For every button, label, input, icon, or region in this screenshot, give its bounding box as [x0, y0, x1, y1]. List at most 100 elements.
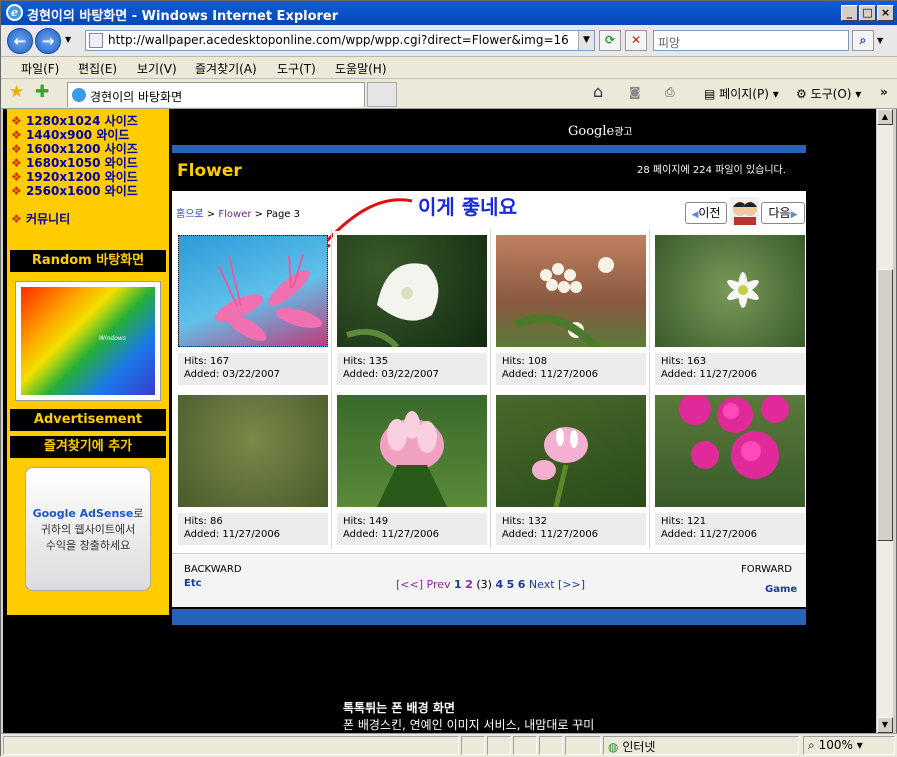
flower-thumbnail[interactable]: [655, 393, 805, 507]
toolbar-overflow-icon[interactable]: »: [880, 85, 888, 99]
window-title: 경현이의 바탕화면 - Windows Internet Explorer: [27, 9, 339, 24]
gallery-item[interactable]: Hits: 163 Added: 11/27/2006: [651, 231, 805, 387]
item-info: Hits: 86 Added: 11/27/2006: [178, 513, 328, 545]
scroll-up-icon[interactable]: ▲: [877, 109, 893, 125]
menu-tools[interactable]: 도구(T): [277, 60, 316, 77]
right-arrow-icon: ▶: [790, 210, 798, 220]
page-link-6[interactable]: 6: [518, 578, 526, 591]
add-favorite-icon[interactable]: ✚: [35, 82, 49, 102]
page-menu[interactable]: ▤ 페이지(P) ▾: [704, 85, 779, 102]
flower-thumbnail[interactable]: [178, 395, 328, 507]
add-favorites-header[interactable]: 즐겨찾기에 추가: [10, 436, 166, 458]
menu-favorites[interactable]: 즐겨찾기(A): [195, 60, 257, 77]
sidebar-link-2560x1600[interactable]: ❖ 2560x1600 와이드: [11, 182, 138, 199]
link-label: 커뮤니티: [25, 212, 71, 226]
page-first-link[interactable]: [<<]: [396, 578, 423, 591]
page-next-link[interactable]: Next: [529, 578, 555, 591]
stop-icon[interactable]: ✕: [625, 30, 647, 51]
status-cell: [461, 736, 485, 755]
menu-help[interactable]: 도움말(H): [335, 60, 387, 77]
forward-link[interactable]: Game: [765, 584, 797, 595]
page-icon: [89, 33, 103, 48]
crumb-home[interactable]: 홈으로: [176, 209, 204, 220]
flower-thumbnail[interactable]: [655, 235, 805, 347]
page-link-1[interactable]: 1: [454, 578, 462, 591]
backward-link[interactable]: Etc: [184, 578, 202, 589]
flower-thumbnail[interactable]: [496, 395, 646, 508]
item-info: Hits: 108 Added: 11/27/2006: [496, 353, 646, 385]
sidebar-link-community[interactable]: ❖ 커뮤니티: [11, 210, 70, 227]
home-icon[interactable]: ⌂: [593, 82, 603, 101]
menu-file[interactable]: 파일(F): [21, 60, 59, 77]
page-link-2[interactable]: 2: [465, 578, 473, 591]
page-link-4[interactable]: 4: [495, 578, 503, 591]
gallery-item[interactable]: Hits: 86 Added: 11/27/2006: [174, 391, 328, 547]
google-ad-label[interactable]: Google광고: [568, 123, 633, 139]
phone-wallpaper-promo[interactable]: 톡톡튀는 폰 배경 화면 폰 배경스킨, 연예인 이미지 서비스, 내맘대로 꾸…: [343, 699, 594, 733]
refresh-icon[interactable]: ⟳: [599, 30, 621, 51]
gallery-item[interactable]: Hits: 135 Added: 03/22/2007: [333, 231, 487, 387]
hits-text: Hits: 132: [502, 516, 548, 527]
couple-avatar-icon: [730, 197, 759, 225]
flower-thumbnail[interactable]: [337, 235, 487, 350]
gallery-item[interactable]: Hits: 121 Added: 11/27/2006: [651, 391, 805, 547]
adsense-box[interactable]: Google AdSense로 귀하의 웹사이트에서 수익을 창출하세요: [25, 467, 151, 591]
grid-divider: [331, 229, 332, 549]
promo-title: 톡톡튀는 폰 배경 화면: [343, 701, 455, 715]
feeds-icon[interactable]: ◙: [629, 85, 641, 99]
flower-thumbnail[interactable]: [496, 235, 646, 350]
back-button[interactable]: ←: [7, 28, 33, 54]
zoom-control[interactable]: ⌕ 100% ▾: [803, 736, 895, 755]
search-icon[interactable]: ⌕: [852, 30, 874, 51]
flower-thumbnail[interactable]: [337, 395, 487, 507]
page-last-link[interactable]: [>>]: [558, 578, 585, 591]
search-options-icon[interactable]: ▼: [877, 36, 883, 45]
added-text: Added: 11/27/2006: [502, 369, 599, 380]
scroll-down-icon[interactable]: ▼: [877, 717, 893, 733]
gallery-item[interactable]: Hits: 108 Added: 11/27/2006: [492, 231, 646, 387]
zoom-icon: ⌕: [808, 738, 815, 752]
scroll-thumb[interactable]: [877, 269, 893, 541]
promo-desc: 폰 배경스킨, 연예인 이미지 서비스, 내맘대로 꾸미: [343, 718, 595, 732]
security-zone[interactable]: ◍ 인터넷: [603, 736, 799, 755]
ie-logo-icon: e: [6, 4, 23, 21]
tab-current[interactable]: 경현이의 바탕화면: [67, 82, 365, 107]
added-text: Added: 11/27/2006: [502, 529, 599, 540]
new-tab-button[interactable]: [367, 82, 397, 107]
gallery-item[interactable]: Hits: 149 Added: 11/27/2006: [333, 391, 487, 547]
hits-text: Hits: 149: [343, 516, 389, 527]
prev-button[interactable]: ◀이전: [685, 202, 727, 224]
gallery-item[interactable]: Hits: 167 Added: 03/22/2007: [174, 231, 328, 387]
page-link-5[interactable]: 5: [507, 578, 515, 591]
tools-menu[interactable]: ⚙ 도구(O) ▾: [796, 85, 861, 102]
random-wallpaper-image[interactable]: Windows: [15, 281, 161, 401]
hits-text: Hits: 86: [184, 516, 223, 527]
item-info: Hits: 132 Added: 11/27/2006: [496, 513, 646, 545]
forward-button[interactable]: →: [35, 28, 61, 54]
page-prev-link[interactable]: Prev: [427, 578, 451, 591]
favorites-star-icon[interactable]: ★: [9, 82, 24, 102]
prev-label: 이전: [698, 206, 721, 220]
minimize-button[interactable]: _: [841, 5, 858, 21]
next-button[interactable]: 다음▶: [761, 202, 805, 224]
flower-thumbnail[interactable]: [178, 235, 328, 347]
zoom-level: 100%: [818, 738, 853, 752]
vertical-scrollbar[interactable]: ▲ ▼: [876, 109, 893, 733]
address-dropdown-icon[interactable]: ▼: [578, 31, 594, 50]
adsense-brand: Google AdSense: [32, 507, 134, 520]
search-input[interactable]: 피앙: [653, 30, 849, 51]
tab-ie-icon: [72, 88, 86, 102]
maximize-button[interactable]: □: [859, 5, 876, 21]
crumb-category[interactable]: Flower: [218, 209, 251, 220]
close-button[interactable]: ×: [877, 5, 894, 21]
address-input[interactable]: http://wallpaper.acedesktoponline.com/wp…: [85, 30, 595, 51]
gallery-title: Flower: [177, 161, 242, 181]
gallery-item[interactable]: Hits: 132 Added: 11/27/2006: [492, 391, 646, 547]
menu-view[interactable]: 보기(V): [137, 60, 177, 77]
page-numbers: [<<] Prev 1 2 (3) 4 5 6 Next [>>]: [396, 578, 585, 591]
globe-icon: ◍: [608, 740, 619, 754]
history-dropdown-icon[interactable]: ▼: [65, 35, 71, 44]
status-cell: [487, 736, 511, 755]
menu-edit[interactable]: 편집(E): [78, 60, 117, 77]
print-icon[interactable]: ⎙: [665, 85, 675, 100]
